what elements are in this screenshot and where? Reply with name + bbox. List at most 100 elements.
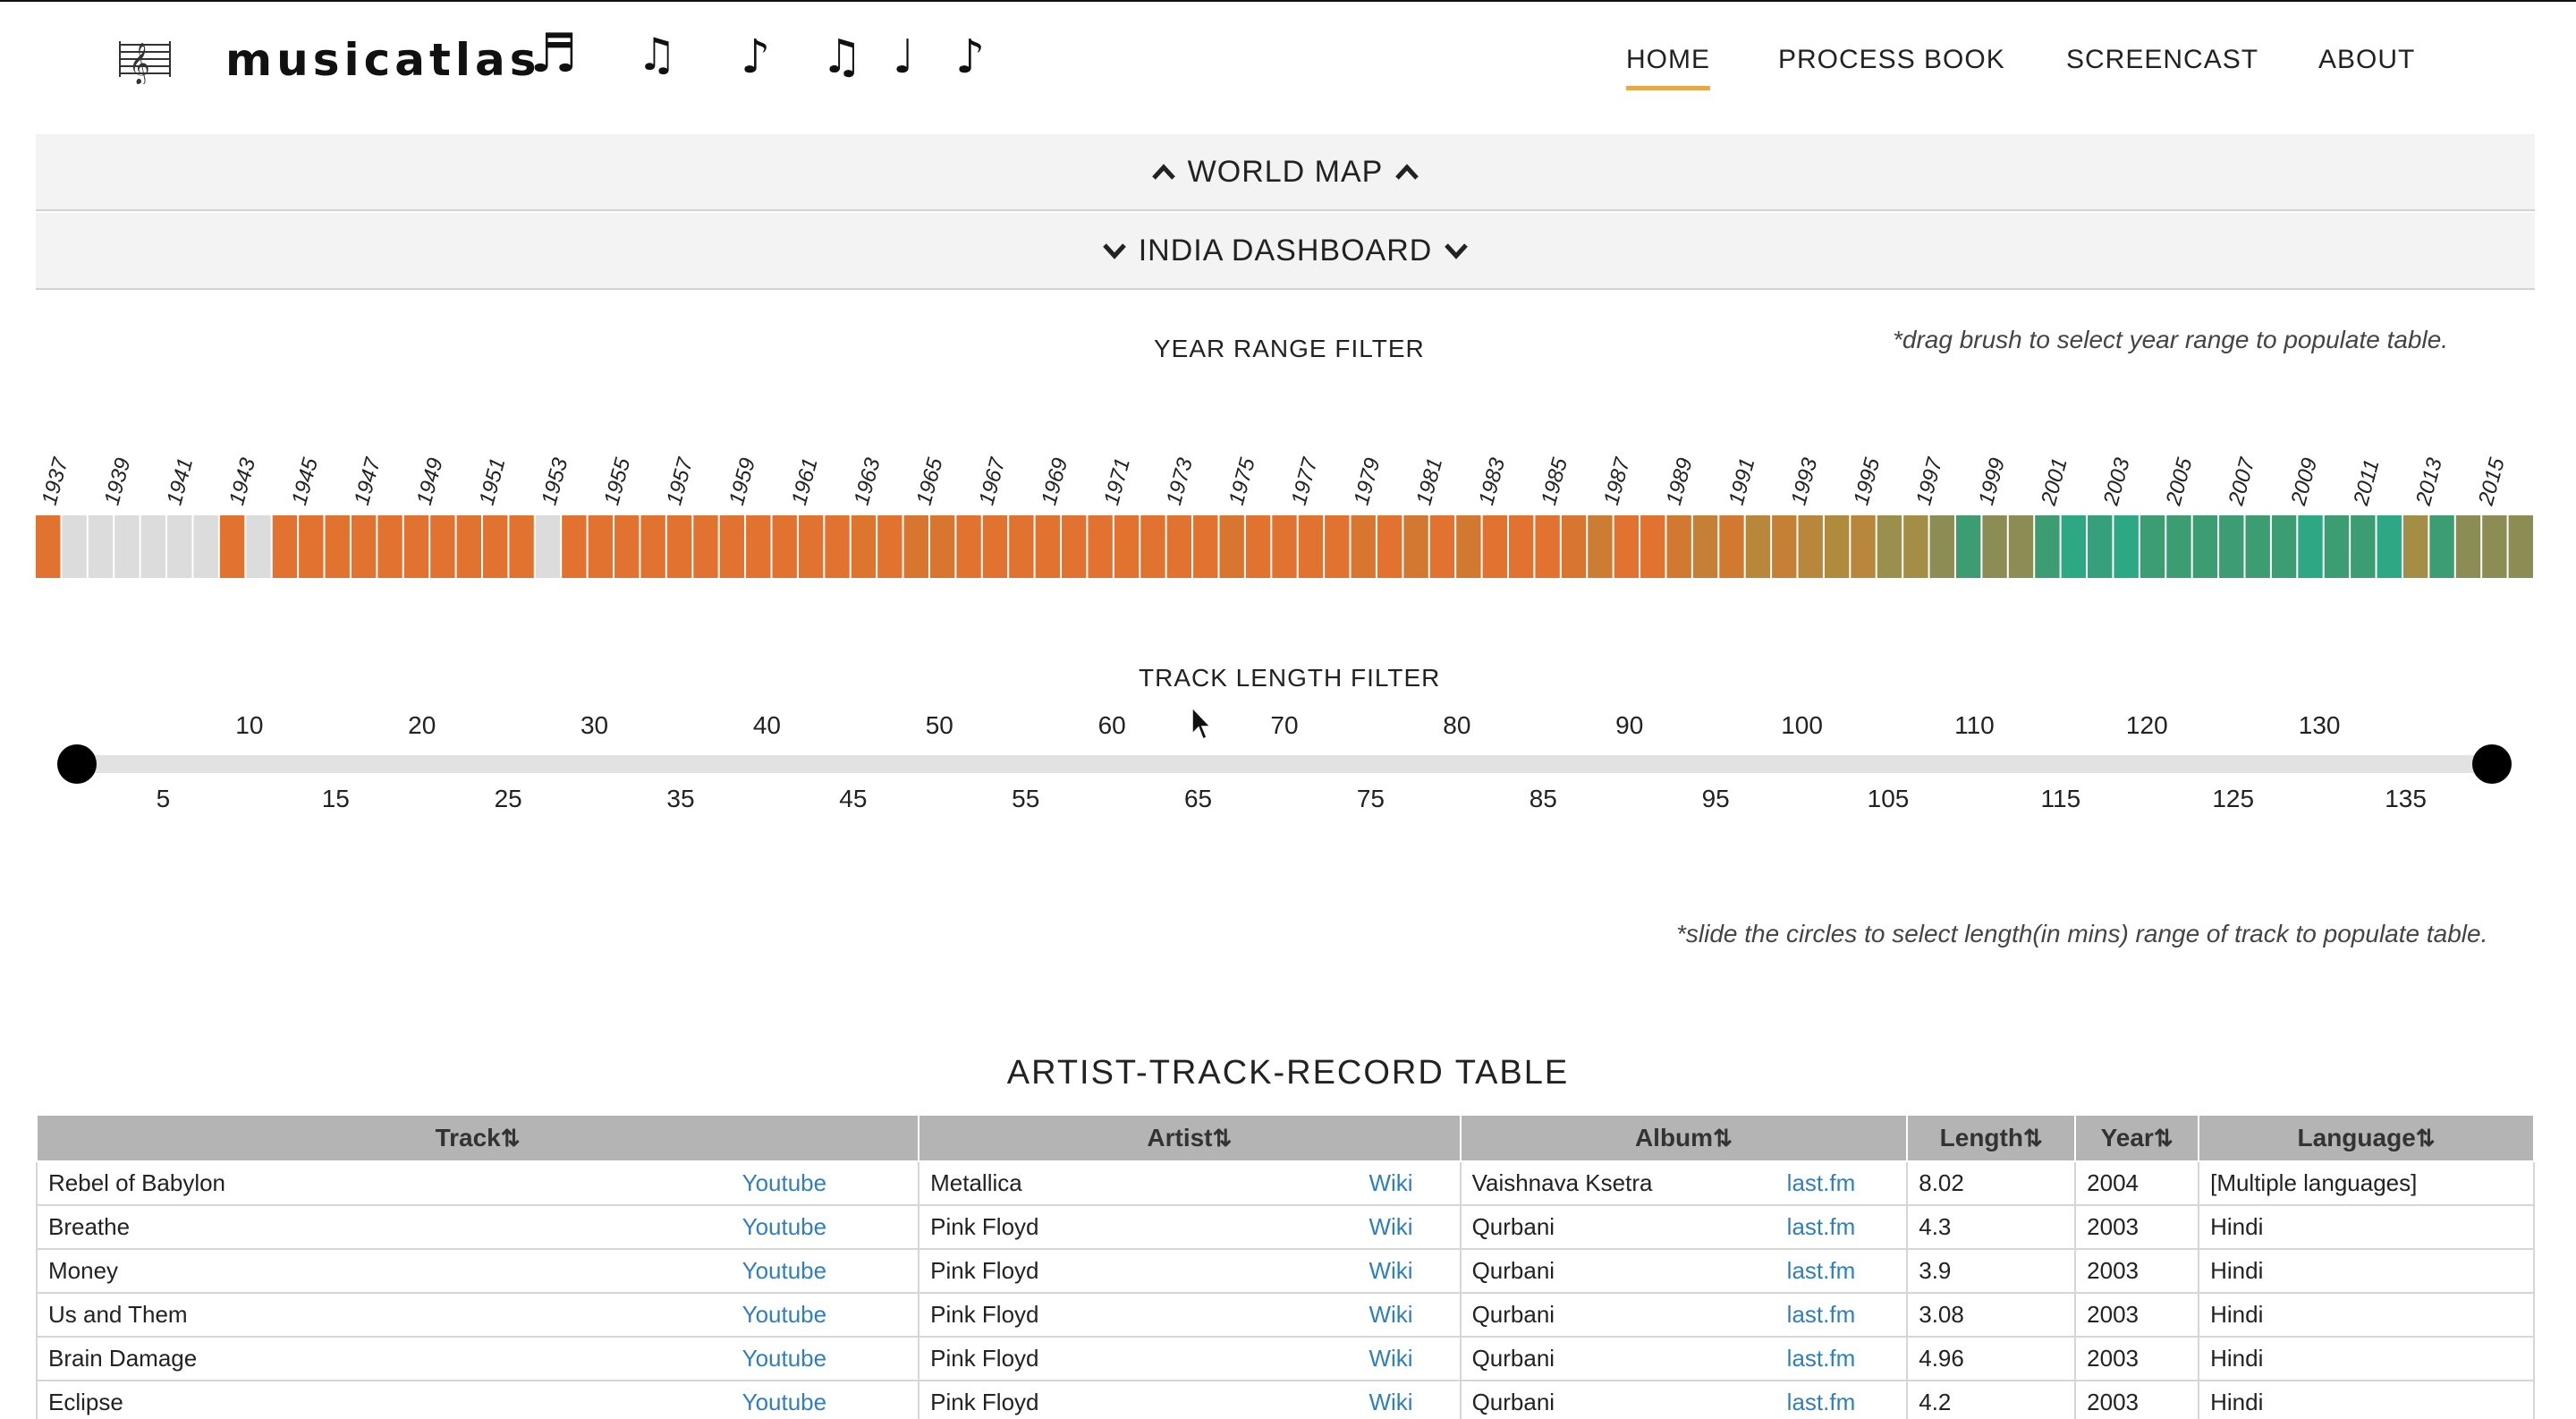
year-cell[interactable] [1824, 515, 1850, 578]
year-cell[interactable] [2166, 515, 2191, 578]
lastfm-link[interactable]: last.fm [1787, 1301, 1856, 1329]
wiki-link[interactable]: Wiki [1368, 1389, 1412, 1416]
year-cell[interactable] [1798, 515, 1823, 578]
year-cell[interactable] [1955, 515, 1981, 578]
year-cell[interactable] [1193, 515, 1218, 578]
year-cell[interactable] [1851, 515, 1876, 578]
year-cell[interactable] [1456, 515, 1481, 578]
year-cell[interactable] [1982, 515, 2007, 578]
year-cell[interactable] [1508, 515, 1534, 578]
slider-track[interactable] [77, 755, 2492, 773]
column-header-track[interactable]: Track⇅ [35, 1114, 920, 1162]
year-cell[interactable] [1535, 515, 1560, 578]
year-cell[interactable] [666, 515, 692, 578]
sort-icon[interactable]: ⇅ [2023, 1125, 2043, 1151]
year-cell[interactable] [2324, 515, 2350, 578]
wiki-link[interactable]: Wiki [1368, 1301, 1412, 1329]
year-cell[interactable] [403, 515, 429, 578]
year-cell[interactable] [351, 515, 377, 578]
year-cell[interactable] [1614, 515, 1640, 578]
year-cell[interactable] [1062, 515, 1087, 578]
year-cell[interactable] [2402, 515, 2428, 578]
year-cell[interactable] [2351, 515, 2376, 578]
year-cell[interactable] [1588, 515, 1613, 578]
lastfm-link[interactable]: last.fm [1787, 1345, 1856, 1372]
year-cell[interactable] [2088, 515, 2113, 578]
year-cell[interactable] [1114, 515, 1140, 578]
youtube-link[interactable]: Youtube [742, 1169, 826, 1197]
lastfm-link[interactable]: last.fm [1787, 1169, 1856, 1197]
year-cell[interactable] [772, 515, 797, 578]
year-cell[interactable] [1298, 515, 1324, 578]
sort-icon[interactable]: ⇅ [2154, 1125, 2174, 1151]
year-cell[interactable] [1561, 515, 1587, 578]
year-cell[interactable] [588, 515, 614, 578]
sort-icon[interactable]: ⇅ [501, 1125, 521, 1151]
year-cell[interactable] [614, 515, 640, 578]
sort-icon[interactable]: ⇅ [1213, 1125, 1233, 1151]
year-cell[interactable] [1088, 515, 1113, 578]
year-cell[interactable] [482, 515, 508, 578]
wiki-link[interactable]: Wiki [1368, 1257, 1412, 1285]
year-cell[interactable] [2008, 515, 2034, 578]
year-cell[interactable] [1035, 515, 1061, 578]
year-cell[interactable] [2114, 515, 2139, 578]
year-cell[interactable] [535, 515, 561, 578]
year-cell[interactable] [1719, 515, 1744, 578]
year-cell[interactable] [877, 515, 902, 578]
year-cell[interactable] [746, 515, 771, 578]
year-cell[interactable] [1403, 515, 1428, 578]
youtube-link[interactable]: Youtube [742, 1345, 826, 1372]
year-cell[interactable] [430, 515, 455, 578]
year-cell[interactable] [1140, 515, 1165, 578]
nav-about[interactable]: ABOUT [2318, 45, 2415, 75]
wiki-link[interactable]: Wiki [1368, 1169, 1412, 1197]
year-cell[interactable] [1009, 515, 1034, 578]
year-cell[interactable] [1903, 515, 1928, 578]
year-cell[interactable] [982, 515, 1008, 578]
nav-screencast[interactable]: SCREENCAST [2066, 45, 2258, 75]
year-cell[interactable] [167, 515, 192, 578]
year-cell[interactable] [377, 515, 402, 578]
year-cell[interactable] [2455, 515, 2481, 578]
year-cell[interactable] [2429, 515, 2454, 578]
lastfm-link[interactable]: last.fm [1787, 1389, 1856, 1416]
youtube-link[interactable]: Youtube [742, 1301, 826, 1329]
world-map-toggle[interactable]: WORLD MAP [36, 134, 2535, 211]
year-cell[interactable] [1929, 515, 1954, 578]
slider-handle-high[interactable] [2472, 744, 2512, 784]
india-dashboard-toggle[interactable]: INDIA DASHBOARD [36, 213, 2535, 290]
year-cell[interactable] [693, 515, 718, 578]
track-length-slider[interactable]: 10 20 30 40 50 60 70 80 90 100 110 120 130 5 15 25 35 45 5… [54, 707, 2522, 823]
year-cell[interactable] [299, 515, 324, 578]
year-cell[interactable] [456, 515, 481, 578]
year-cell[interactable] [825, 515, 850, 578]
year-cell[interactable] [246, 515, 271, 578]
music-score-icon[interactable]: 𝄞 [118, 34, 172, 84]
column-header-album[interactable]: Album⇅ [1459, 1114, 1909, 1162]
year-cell[interactable] [929, 515, 955, 578]
year-cell[interactable] [36, 515, 61, 578]
year-cell[interactable] [798, 515, 824, 578]
year-cell[interactable] [193, 515, 218, 578]
slider-handle-low[interactable] [57, 744, 97, 784]
year-cell[interactable] [2508, 515, 2533, 578]
year-cell[interactable] [1351, 515, 1376, 578]
year-cell[interactable] [1640, 515, 1665, 578]
year-cell[interactable] [719, 515, 745, 578]
year-cell[interactable] [1325, 515, 1350, 578]
wiki-link[interactable]: Wiki [1368, 1345, 1412, 1372]
year-cell[interactable] [219, 515, 245, 578]
year-cell[interactable] [2377, 515, 2402, 578]
year-cell[interactable] [2271, 515, 2297, 578]
year-cell[interactable] [1272, 515, 1297, 578]
year-cell[interactable] [956, 515, 981, 578]
year-cell[interactable] [140, 515, 166, 578]
year-cell[interactable] [272, 515, 298, 578]
nav-home[interactable]: HOME [1626, 45, 1710, 90]
year-cell[interactable] [325, 515, 350, 578]
year-cell[interactable] [509, 515, 534, 578]
sort-icon[interactable]: ⇅ [1713, 1125, 1733, 1151]
year-cell[interactable] [1772, 515, 1797, 578]
year-cell[interactable] [2140, 515, 2165, 578]
